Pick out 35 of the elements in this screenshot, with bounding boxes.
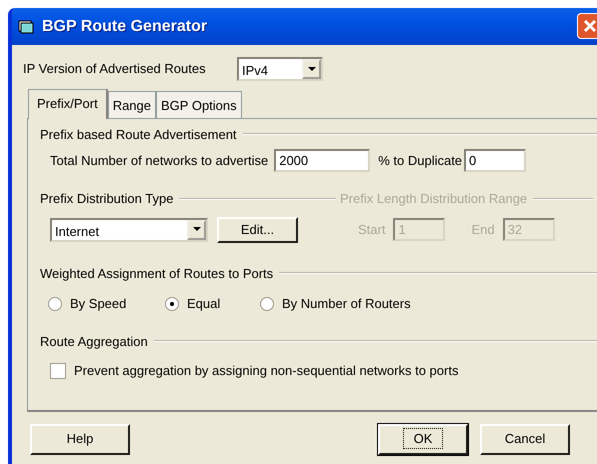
close-button[interactable]: [577, 13, 597, 39]
dropdown-arrow-icon: [308, 66, 316, 72]
dialog-button[interactable]: OK: [378, 424, 468, 454]
tab[interactable]: Range: [108, 91, 156, 118]
field-label: Total Number of networks to advertise: [50, 152, 268, 170]
dialog-button[interactable]: Help: [30, 424, 130, 454]
section-title: Prefix Length Distribution Range: [340, 190, 528, 208]
input-field[interactable]: 2000: [274, 149, 370, 172]
ip-version-label: IP Version of Advertised Routes: [23, 60, 207, 78]
window-title: BGP Route Generator: [42, 16, 208, 36]
ip-version-dropdown[interactable]: IPv4: [237, 57, 323, 81]
section-title: Weighted Assignment of Routes to Ports: [40, 264, 274, 283]
distribution-type-dropdown[interactable]: Internet: [50, 218, 208, 242]
radio-button[interactable]: [165, 296, 179, 311]
close-icon: [583, 19, 597, 33]
tab[interactable]: Prefix/Port: [28, 89, 108, 118]
edit-button[interactable]: Edit...: [217, 216, 298, 242]
window-icon: [18, 20, 34, 34]
checkbox[interactable]: [50, 362, 66, 379]
dialog-button[interactable]: Cancel: [480, 424, 570, 454]
input-field[interactable]: 0: [464, 149, 526, 172]
field-label: % to Duplicate: [378, 152, 462, 170]
option-label[interactable]: Prevent aggregation by assigning non-sequential networks to ports: [74, 361, 458, 380]
option-label[interactable]: By Speed: [70, 294, 126, 314]
dropdown-arrow-icon: [192, 227, 200, 232]
field-label: Start: [358, 220, 386, 239]
option-label[interactable]: By Number of Routers: [282, 294, 411, 314]
radio-button[interactable]: [48, 296, 62, 311]
radio-button[interactable]: [260, 296, 274, 311]
tab[interactable]: BGP Options: [156, 91, 242, 118]
section-title: Prefix based Route Advertisement: [40, 126, 237, 144]
section-title: Route Aggregation: [40, 332, 148, 351]
field-label: End: [471, 220, 495, 239]
option-label[interactable]: Equal: [187, 294, 220, 314]
section-title: Prefix Distribution Type: [40, 190, 174, 208]
